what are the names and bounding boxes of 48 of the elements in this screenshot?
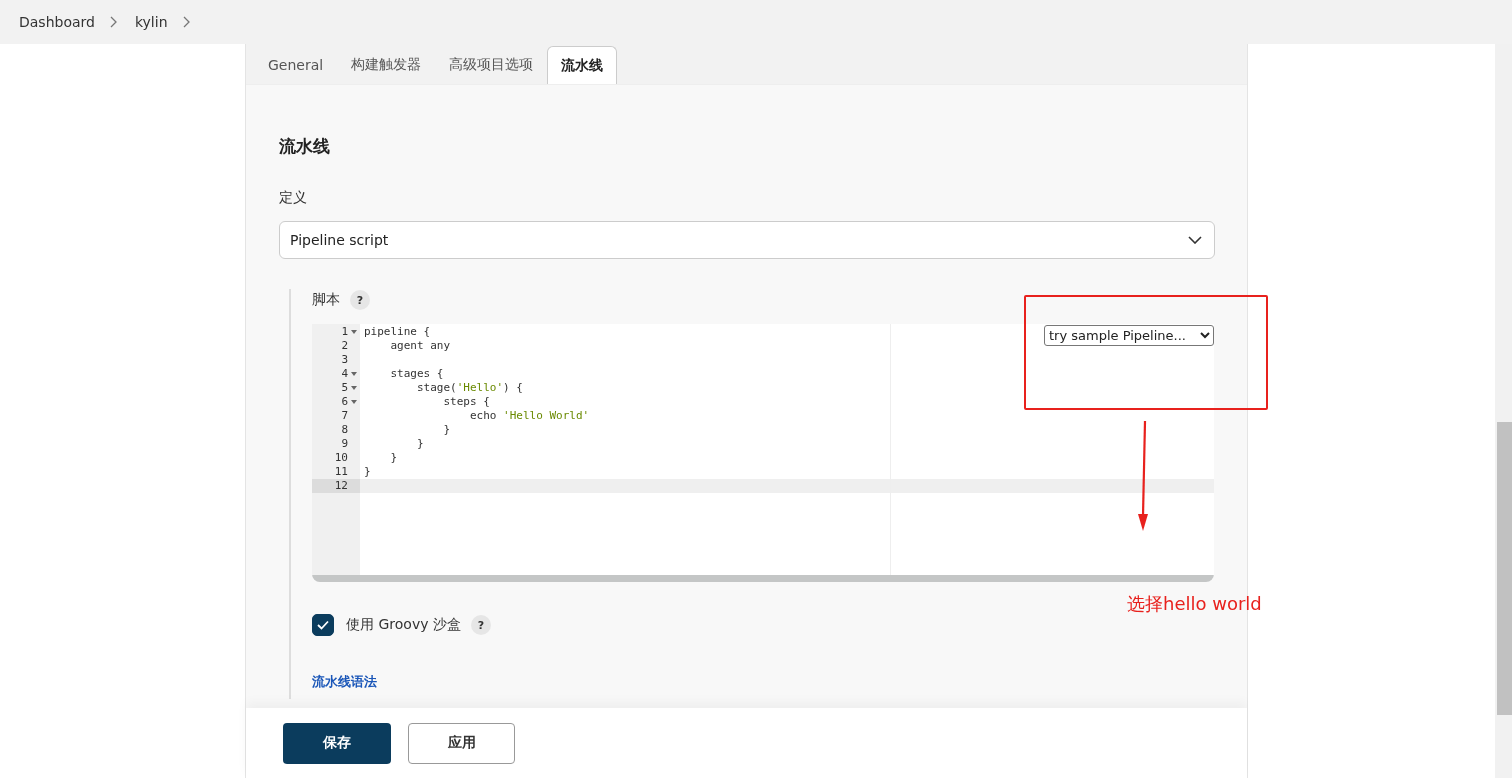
line-number: 10 (333, 451, 349, 465)
field-label: 脚本 (312, 291, 340, 309)
save-button[interactable]: 保存 (283, 722, 391, 764)
chevron-down-icon (1188, 236, 1202, 244)
code-editor[interactable]: 1 2 3 4 5 6 7 8 9 10 11 12 pipeline { agent any stages { stage('Hello') { steps { echo 'Hello World' } } } } try sample Pipeline... (312, 324, 1214, 582)
sample-select[interactable]: try sample Pipeline... (1044, 325, 1214, 346)
checkbox-label: 使用 Groovy 沙盒 (346, 616, 461, 634)
chevron-right-icon (181, 16, 190, 28)
chevron-right-icon (108, 16, 117, 28)
line-number: 4 (312, 367, 360, 381)
apply-button[interactable]: 应用 (408, 722, 515, 764)
code-line: } (389, 451, 398, 464)
horizontal-scrollbar[interactable] (312, 575, 1214, 582)
line-number: 7 (340, 409, 349, 423)
line-number: 1 (312, 325, 360, 339)
vertical-scrollbar[interactable] (1495, 44, 1512, 778)
code-line: } (415, 437, 424, 450)
definition-select[interactable]: Pipeline script (279, 221, 1215, 259)
checkbox[interactable] (312, 614, 334, 636)
help-button[interactable]: ? (350, 290, 370, 310)
tab[interactable]: 构建触发器 (337, 46, 436, 84)
code-line: stages { (389, 367, 444, 380)
line-number: 6 (312, 395, 360, 409)
tab[interactable]: 流水线 (547, 46, 618, 84)
section-title: 流水线 (279, 135, 331, 158)
code-line: agent any (389, 339, 451, 352)
line-number: 11 (333, 465, 349, 479)
code-line: } (442, 423, 451, 436)
line-number: 3 (340, 353, 349, 367)
tab[interactable]: 高级项目选项 (435, 46, 548, 84)
breadcrumb-link[interactable]: Dashboard (19, 14, 95, 30)
line-number: 2 (340, 339, 349, 353)
code-line: steps { (442, 395, 490, 408)
line-number: 5 (312, 381, 360, 395)
line-number: 12 (312, 479, 360, 493)
code-line: pipeline { (364, 325, 431, 338)
tab[interactable]: General (254, 46, 338, 84)
code-line: stage('Hello') { (415, 381, 523, 394)
check-icon (317, 620, 329, 630)
line-number: 8 (340, 423, 349, 437)
pipeline-syntax-link[interactable]: 流水线语法 (312, 673, 377, 699)
annotation-text: 选择hello world (1127, 592, 1262, 616)
help-button[interactable]: ? (470, 615, 491, 635)
line-number: 9 (340, 437, 349, 451)
breadcrumb-link[interactable]: kylin (134, 14, 168, 30)
field-label: 定义 (279, 189, 308, 207)
code-line: } (364, 465, 371, 478)
code-line: echo 'Hello World' (468, 409, 590, 422)
